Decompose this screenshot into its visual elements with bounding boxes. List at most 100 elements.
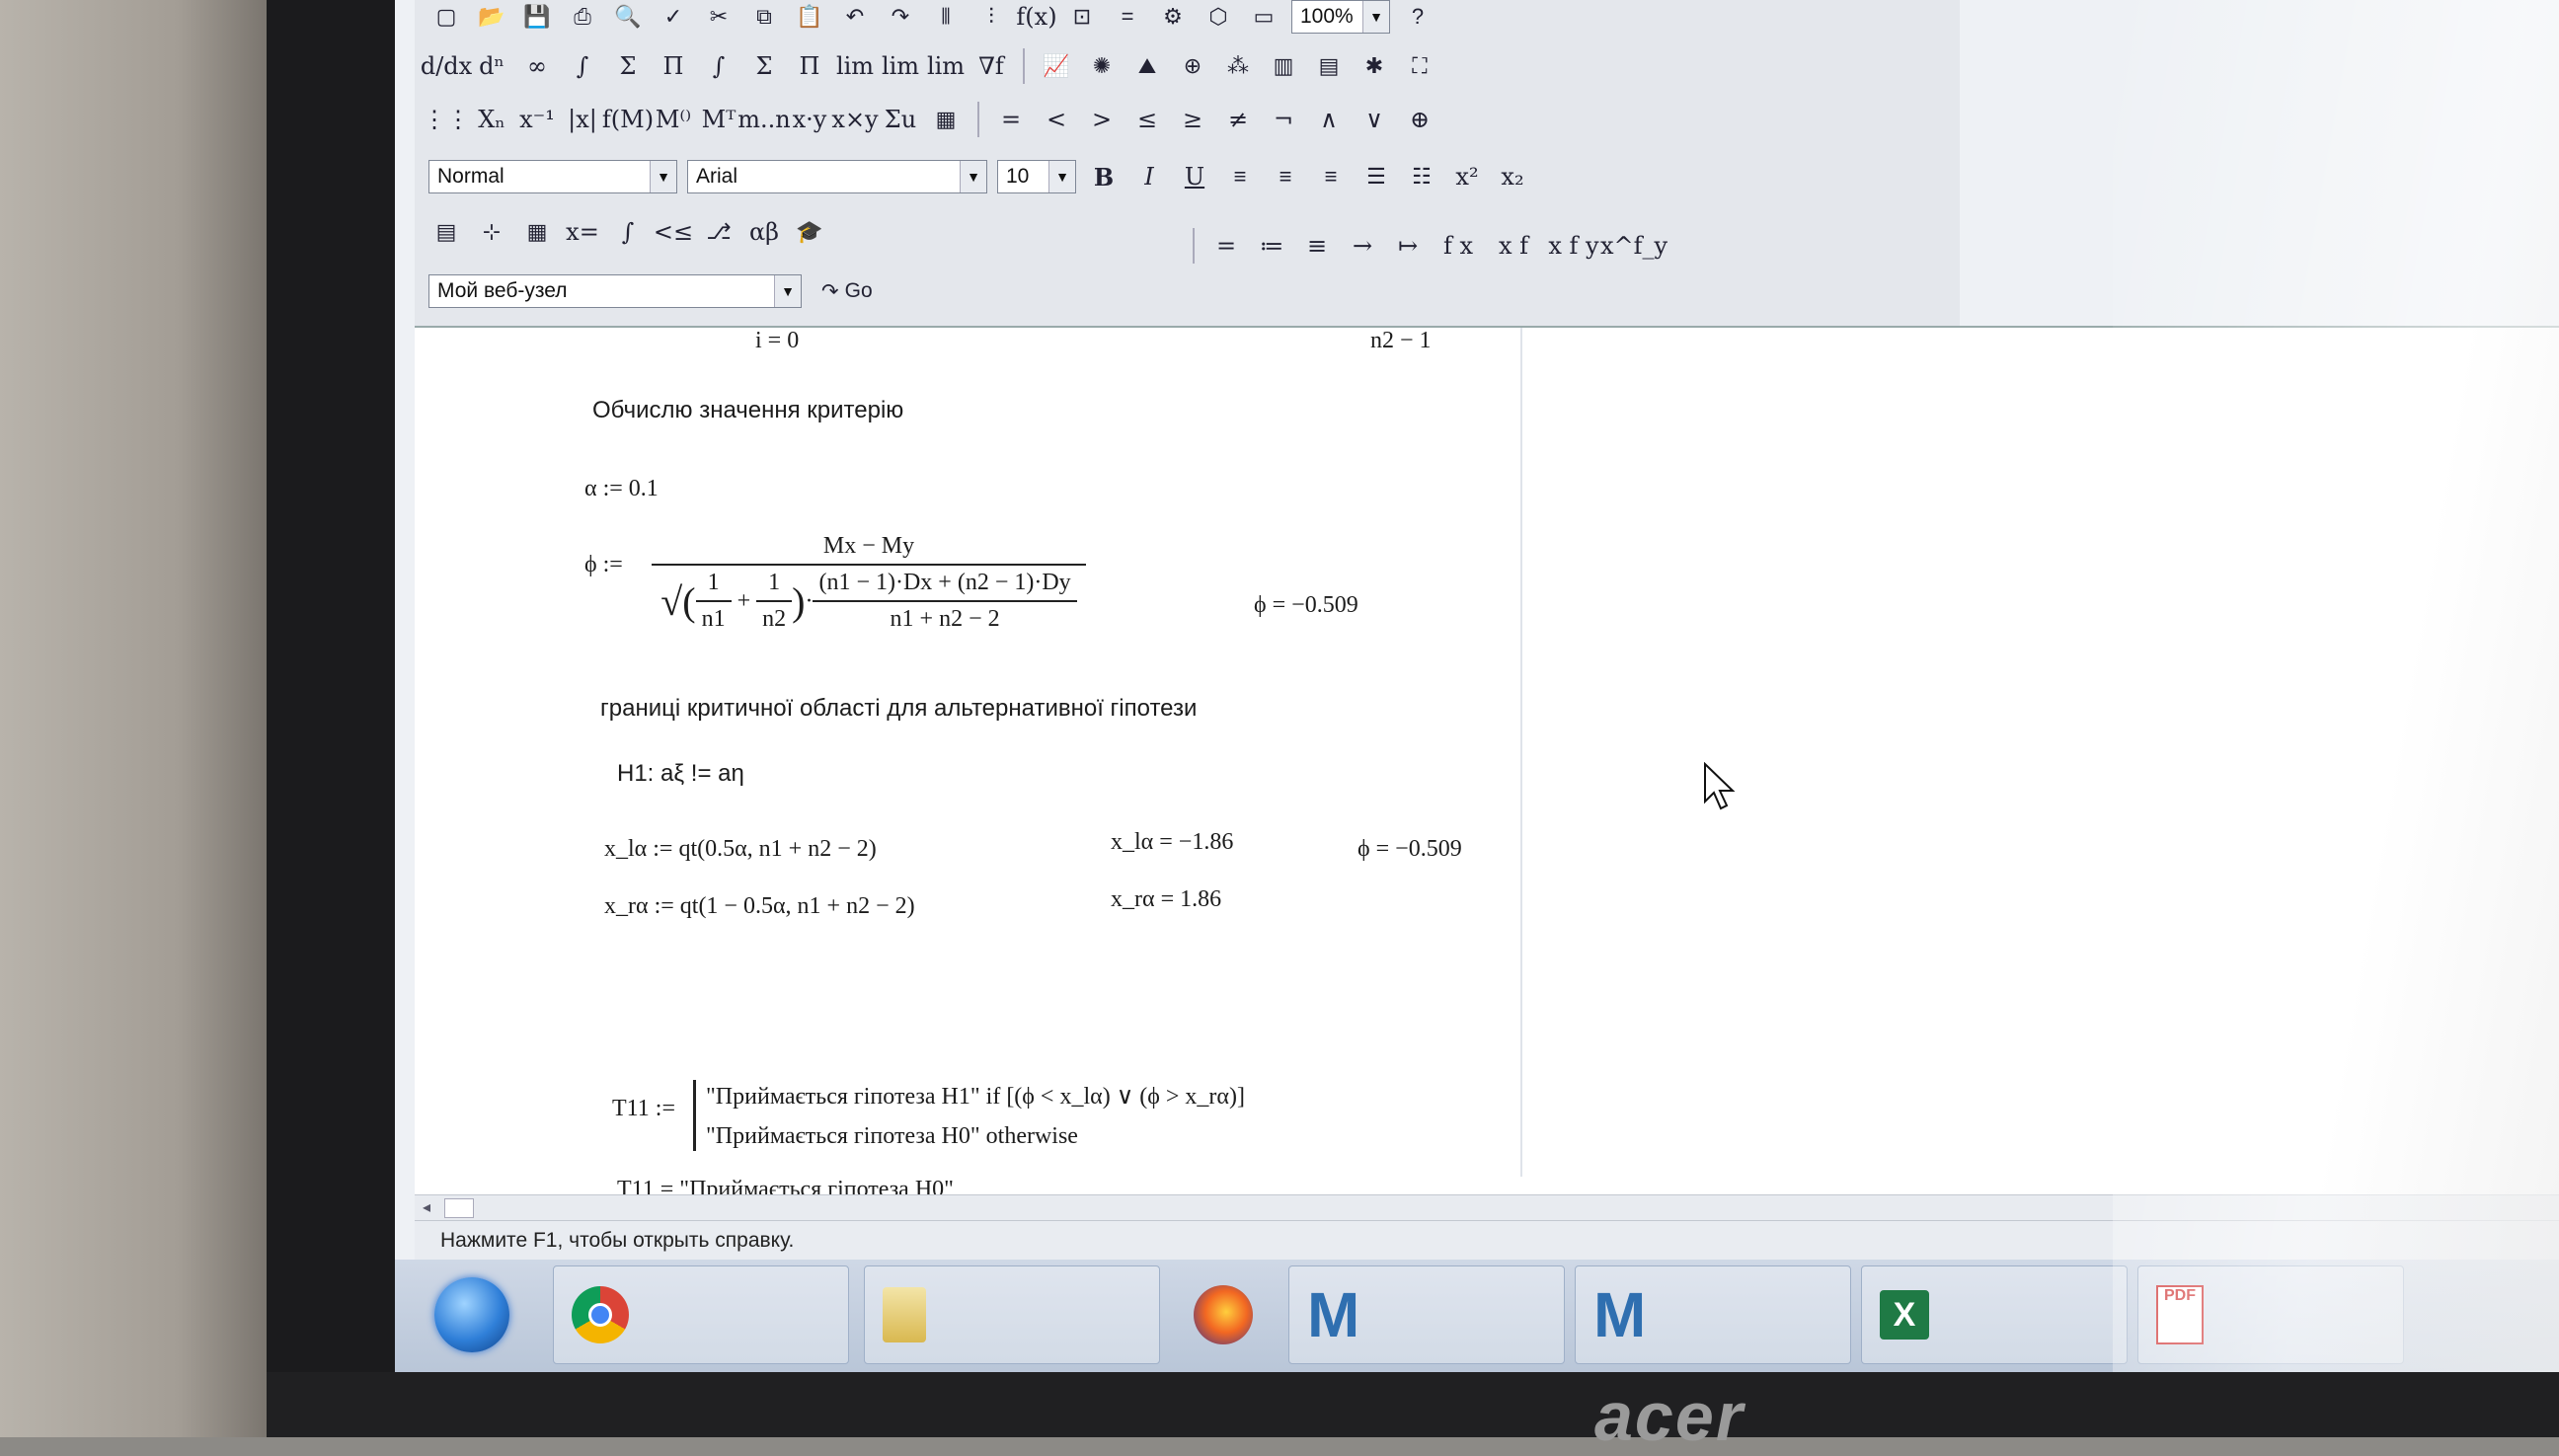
range-icon[interactable]: m..n — [737, 102, 790, 137]
horizontal-scrollbar[interactable]: ◂ — [415, 1194, 2559, 1221]
phi-label[interactable]: ϕ := — [584, 552, 623, 578]
bool-greater-button[interactable]: > — [1084, 102, 1120, 137]
redo-icon[interactable]: ↷ — [883, 0, 918, 35]
vectorize-icon[interactable]: f(M) — [602, 102, 654, 137]
font-select[interactable]: Arial ▼ — [687, 160, 987, 193]
alpha-definition[interactable]: α := 0.1 — [584, 476, 659, 502]
style-select[interactable]: Normal ▼ — [428, 160, 677, 193]
x-left-result[interactable]: x_lα = −1.86 — [1111, 829, 1233, 856]
t11-if-line[interactable]: "Приймається гіпотеза H1" if [(ϕ < x_lα)… — [706, 1082, 1245, 1111]
component-icon[interactable]: ⬡ — [1201, 0, 1236, 35]
greek-palette-icon[interactable]: αβ — [746, 214, 782, 250]
calculator-palette-icon[interactable]: ▤ — [428, 214, 464, 250]
evaluation-palette-icon[interactable]: x= — [565, 214, 600, 250]
sum-index-upper[interactable]: n2 − 1 — [1370, 328, 1432, 354]
bold-button[interactable]: B — [1086, 159, 1122, 194]
eval-symbolic-button[interactable]: → — [1345, 228, 1380, 264]
numbered-list-icon[interactable]: ☷ — [1404, 159, 1439, 194]
open-folder-icon[interactable]: 📂 — [474, 0, 509, 35]
inverse-icon[interactable]: x⁻¹ — [519, 102, 555, 137]
taskbar-pdf[interactable]: PDF — [2137, 1265, 2404, 1364]
align-across-icon[interactable]: ⫴ — [928, 0, 964, 35]
insert-unit-icon[interactable]: ⊡ — [1064, 0, 1100, 35]
nth-derivative-icon[interactable]: dⁿ — [474, 48, 509, 84]
bool-ge-button[interactable]: ≥ — [1175, 102, 1210, 137]
calculate-icon[interactable]: = — [1110, 0, 1145, 35]
chevron-down-icon[interactable]: ▼ — [960, 161, 986, 192]
hypothesis-h1[interactable]: H1: aξ != aη — [617, 760, 744, 788]
sum-index-lower[interactable]: i = 0 — [755, 328, 799, 354]
insert-function-icon[interactable]: f(x) — [1016, 0, 1056, 35]
bool-xor-button[interactable]: ⊕ — [1402, 102, 1437, 137]
eval-global-define-button[interactable]: ≡ — [1299, 228, 1335, 264]
picture-icon[interactable]: ▦ — [928, 102, 964, 137]
scroll-thumb[interactable] — [444, 1198, 474, 1218]
new-document-icon[interactable]: ▢ — [428, 0, 464, 35]
heading-compute-criterion[interactable]: Обчислю значення критерію — [592, 397, 903, 424]
limit-left-icon[interactable]: lim — [927, 48, 965, 84]
chevron-down-icon[interactable]: ▼ — [1362, 1, 1389, 33]
taskbar-folder[interactable] — [864, 1265, 1160, 1364]
heading-critical-bounds[interactable]: границі критичної області для альтернати… — [600, 695, 1197, 723]
matrix-palette-icon[interactable]: ▦ — [519, 214, 555, 250]
worksheet[interactable]: i = 0 n2 − 1 Обчислю значення критерію α… — [415, 326, 2559, 1196]
taskbar-excel[interactable]: X — [1861, 1265, 2128, 1364]
x-right-definition[interactable]: x_rα := qt(1 − 0.5α, n1 + n2 − 2) — [604, 893, 915, 920]
x-left-definition[interactable]: x_lα := qt(0.5α, n1 + n2 − 2) — [604, 836, 877, 863]
boolean-palette-icon[interactable]: <≤ — [654, 214, 693, 250]
3d-bar-icon[interactable]: ▥ — [1266, 48, 1301, 84]
taskbar-mathcad-1[interactable]: M — [1288, 1265, 1565, 1364]
gradient-icon[interactable]: ∇f — [973, 48, 1009, 84]
print-icon[interactable]: ⎙ — [565, 0, 600, 35]
phi-result[interactable]: ϕ = −0.509 — [1254, 592, 1358, 619]
italic-button[interactable]: I — [1131, 159, 1167, 194]
range-product-icon[interactable]: Π — [792, 48, 827, 84]
superscript-format-icon[interactable]: x² — [1449, 159, 1485, 194]
web-node-select[interactable]: Мой веб-узел ▼ — [428, 274, 802, 308]
contour-plot-icon[interactable]: ⊕ — [1175, 48, 1210, 84]
range-sum-icon[interactable]: Σ — [746, 48, 782, 84]
derivative-icon[interactable]: d/dx — [421, 48, 472, 84]
infix-operator-button[interactable]: x f y — [1546, 228, 1601, 264]
chevron-down-icon[interactable]: ▼ — [1048, 161, 1075, 192]
bool-equal-button[interactable]: = — [993, 102, 1029, 137]
infinity-icon[interactable]: ∞ — [519, 48, 555, 84]
definite-integral-icon[interactable]: ∫ — [565, 48, 600, 84]
align-left-icon[interactable]: ≡ — [1222, 159, 1258, 194]
x-right-result[interactable]: x_rα = 1.86 — [1111, 886, 1221, 913]
align-right-icon[interactable]: ≡ — [1313, 159, 1349, 194]
align-down-icon[interactable]: ⫶ — [973, 0, 1009, 35]
chevron-down-icon[interactable]: ▼ — [774, 275, 801, 307]
integral-icon[interactable]: ∫ — [701, 48, 737, 84]
bool-not-button[interactable]: ¬ — [1266, 102, 1301, 137]
zoom-plot-icon[interactable]: ⛶ — [1402, 48, 1437, 84]
zoom-select[interactable]: 100% ▼ — [1291, 0, 1390, 34]
bool-ne-button[interactable]: ≠ — [1220, 102, 1256, 137]
transpose-icon[interactable]: Mᵀ — [701, 102, 737, 137]
dot-product-icon[interactable]: x·y — [792, 102, 827, 137]
bool-less-button[interactable]: < — [1039, 102, 1074, 137]
taskbar-chrome[interactable] — [553, 1265, 849, 1364]
bool-and-button[interactable]: ∧ — [1311, 102, 1347, 137]
cross-product-icon[interactable]: x×y — [831, 102, 878, 137]
align-center-icon[interactable]: ≡ — [1268, 159, 1303, 194]
bullet-list-icon[interactable]: ☰ — [1358, 159, 1394, 194]
underline-button[interactable]: U — [1177, 159, 1212, 194]
treefix-operator-button[interactable]: x^f_y — [1600, 228, 1667, 264]
plot-wizard-icon[interactable]: ✱ — [1357, 48, 1392, 84]
taskbar-firefox[interactable] — [1175, 1265, 1293, 1364]
calculus-palette-icon[interactable]: ∫ — [610, 214, 646, 250]
eval-keyword-button[interactable]: ↦ — [1390, 228, 1426, 264]
limit-icon[interactable]: lim — [836, 48, 874, 84]
bool-le-button[interactable]: ≤ — [1129, 102, 1165, 137]
window-icon[interactable]: ▭ — [1246, 0, 1281, 35]
eval-equal-button[interactable]: = — [1208, 228, 1244, 264]
programming-palette-icon[interactable]: ⎇ — [701, 214, 737, 250]
superscript-icon[interactable]: M⁽⁾ — [656, 102, 691, 137]
3d-scatter-icon[interactable]: ⁂ — [1220, 48, 1256, 84]
vector-sum-icon[interactable]: Σu — [883, 102, 918, 137]
determinant-icon[interactable]: |x| — [565, 102, 600, 137]
summation-icon[interactable]: Σ — [610, 48, 646, 84]
phi-result-repeat[interactable]: ϕ = −0.509 — [1357, 836, 1462, 863]
xy-plot-icon[interactable]: 📈 — [1039, 48, 1074, 84]
